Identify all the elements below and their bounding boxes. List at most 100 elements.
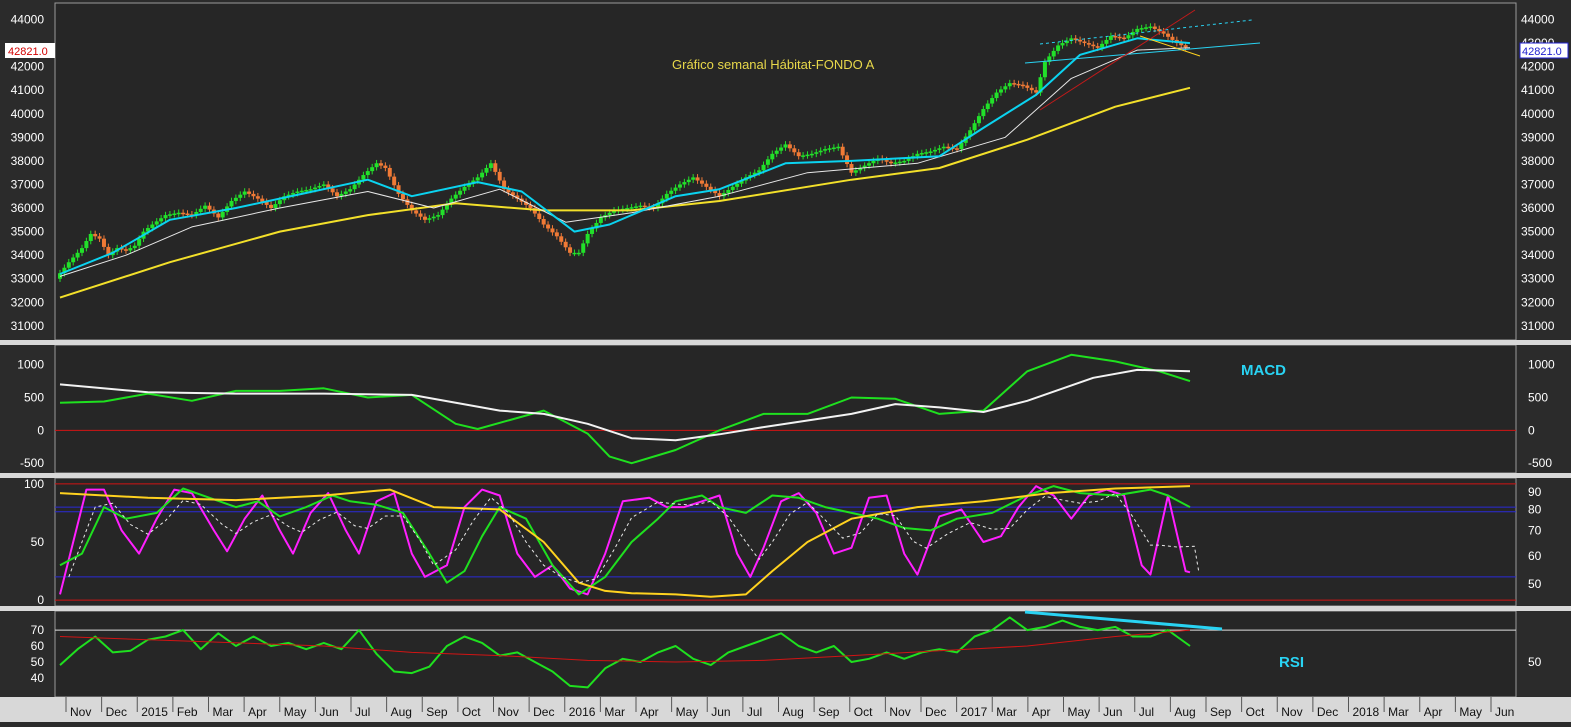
macd-tick-right--500: -500 — [1528, 456, 1552, 470]
candle-body — [845, 155, 850, 165]
candle-body — [1016, 83, 1021, 86]
time-label-15: Mar — [604, 705, 625, 719]
candle-body — [765, 159, 770, 165]
candle-body — [277, 200, 282, 205]
candle-body — [488, 163, 493, 168]
price-tick-right-34000: 34000 — [1521, 248, 1555, 262]
time-label-29: Jun — [1103, 705, 1122, 719]
stoch-tick-right-80: 80 — [1528, 502, 1542, 516]
time-label-1: Dec — [106, 705, 127, 719]
candle-body — [1122, 37, 1127, 40]
stoch-tick-right-60: 60 — [1528, 549, 1542, 563]
candle-body — [1003, 86, 1008, 90]
rsi-tick-right-50: 50 — [1528, 655, 1542, 669]
candle-body — [691, 177, 696, 180]
candle-body — [946, 146, 951, 149]
price-tick-right-44000: 44000 — [1521, 12, 1555, 26]
candle-body — [1108, 35, 1113, 40]
time-label-35: Dec — [1317, 705, 1338, 719]
candle-body — [889, 161, 894, 164]
candle-body — [1148, 26, 1153, 29]
candle-body — [537, 213, 542, 220]
candle-body — [1078, 39, 1083, 42]
time-label-18: Jun — [711, 705, 730, 719]
candle-body — [823, 149, 828, 151]
stoch-tick-right-90: 90 — [1528, 485, 1542, 499]
candle-body — [1034, 90, 1039, 93]
candle-body — [673, 187, 678, 191]
candle-body — [805, 154, 810, 157]
candle-body — [374, 163, 379, 168]
candle-body — [185, 213, 190, 216]
time-label-32: Sep — [1210, 705, 1232, 719]
candle-body — [269, 204, 274, 209]
candle-body — [400, 193, 405, 200]
candle-body — [1020, 84, 1025, 87]
price-tick-left-35000: 35000 — [11, 225, 45, 239]
candle-body — [291, 193, 296, 195]
time-label-30: Jul — [1139, 705, 1154, 719]
candle-body — [836, 146, 841, 149]
time-label-12: Nov — [498, 705, 519, 719]
candle-body — [924, 152, 929, 154]
time-label-24: Dec — [925, 705, 946, 719]
time-label-34: Nov — [1281, 705, 1302, 719]
candle-body — [453, 194, 458, 199]
candle-body — [638, 205, 643, 208]
candle-body — [123, 249, 128, 251]
candle-body — [840, 146, 845, 156]
candle-body — [998, 89, 1003, 93]
candle-body — [321, 184, 326, 187]
candle-body — [431, 216, 436, 219]
time-label-25: 2017 — [961, 705, 988, 719]
candle-body — [427, 218, 432, 220]
candle-body — [343, 191, 348, 194]
price-chart-title: Gráfico semanal Hábitat-FONDO A — [672, 57, 875, 72]
time-label-8: Jul — [355, 705, 370, 719]
price-tick-left-37000: 37000 — [11, 177, 45, 191]
candle-body — [93, 233, 98, 237]
candle-body — [79, 248, 84, 253]
candle-body — [893, 162, 898, 164]
candle-body — [928, 151, 933, 153]
candle-body — [308, 189, 313, 191]
candle-body — [418, 213, 423, 217]
price-tick-left-44000: 44000 — [11, 12, 45, 26]
stoch-tick-right-50: 50 — [1528, 577, 1542, 591]
candle-body — [1144, 27, 1149, 29]
candle-body — [550, 228, 555, 233]
candle-body — [1025, 85, 1030, 88]
candle-body — [902, 160, 907, 163]
candle-body — [976, 116, 981, 124]
candle-body — [972, 123, 977, 131]
last-value-right: 42821.0 — [1522, 46, 1562, 58]
candle-body — [1086, 43, 1091, 45]
candle-body — [203, 205, 208, 209]
time-label-31: Aug — [1174, 705, 1195, 719]
last-value-tag-left: 42821.0 — [5, 43, 55, 58]
macd-tick-right-1000: 1000 — [1528, 358, 1555, 372]
candle-body — [919, 153, 924, 155]
macd-tick-left--500: -500 — [20, 456, 44, 470]
candle-body — [255, 196, 260, 199]
candle-body — [181, 212, 186, 215]
candle-body — [625, 208, 630, 210]
candle-body — [1104, 39, 1109, 44]
time-label-22: Oct — [854, 705, 873, 719]
candle-body — [198, 208, 203, 212]
price-tick-right-35000: 35000 — [1521, 225, 1555, 239]
candle-body — [827, 148, 832, 150]
candle-body — [1060, 43, 1065, 46]
time-label-33: Oct — [1246, 705, 1265, 719]
price-tick-right-31000: 31000 — [1521, 319, 1555, 333]
price-tick-right-42000: 42000 — [1521, 60, 1555, 74]
candle-body — [462, 186, 467, 191]
price-tick-left-38000: 38000 — [11, 154, 45, 168]
candle-body — [1152, 26, 1157, 29]
candle-body — [233, 197, 238, 201]
candle-body — [792, 148, 797, 153]
candle-body — [137, 238, 142, 246]
candle-body — [132, 245, 137, 249]
candle-body — [563, 241, 568, 248]
price-tick-right-33000: 33000 — [1521, 272, 1555, 286]
